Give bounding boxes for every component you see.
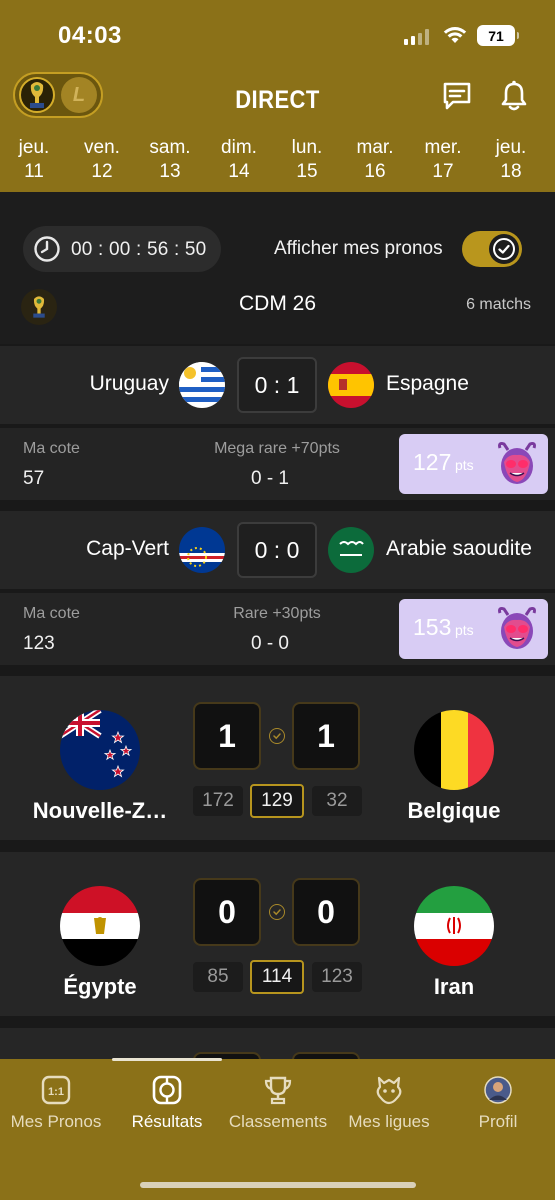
nav-profil[interactable]: Profil <box>438 1074 555 1132</box>
draw-odd: 129 <box>250 784 304 818</box>
day-item[interactable]: lun. 15 <box>275 136 339 184</box>
home-team-name: Cap-Vert <box>86 537 169 560</box>
points-card: 153 pts <box>399 599 548 659</box>
wifi-icon <box>443 27 467 43</box>
avatar-icon <box>484 1076 512 1104</box>
ball-icon <box>152 1075 182 1105</box>
away-team-name: Iran <box>433 974 475 999</box>
countdown-timer: 00 : 00 : 56 : 50 <box>23 226 221 272</box>
match-row[interactable]: Cap-Vert 0 : 0 Arabie saoudite <box>0 511 555 589</box>
match-row[interactable]: Uruguay 0 : 1 Espagne <box>0 346 555 424</box>
prono-score: 0 - 1 <box>250 468 290 489</box>
saudi-arabia-flag-icon <box>328 527 374 573</box>
svg-text:1:1: 1:1 <box>48 1086 64 1098</box>
nav-resultats[interactable]: Résultats <box>107 1074 227 1132</box>
rarity-label: Mega rare +70pts <box>214 440 340 457</box>
home-score-box: 0 <box>193 878 261 946</box>
trophy-icon <box>264 1076 292 1105</box>
belgium-flag-icon <box>414 710 494 790</box>
cote-value: 123 <box>23 633 55 654</box>
day-item[interactable]: ven. 12 <box>70 136 134 184</box>
cote-value: 57 <box>23 468 45 489</box>
points-value: 153 <box>413 614 452 640</box>
mascot-icon <box>498 607 536 649</box>
away-odd: 123 <box>312 962 362 992</box>
away-score-box: 1 <box>292 702 360 770</box>
away-team-name: Arabie saoudite <box>386 537 532 560</box>
points-card: 127 pts <box>399 434 548 494</box>
match-card[interactable]: Nouvelle-Z… 1 1 172 129 32 Belgique <box>0 676 555 840</box>
show-pronos-label: Afficher mes pronos <box>274 238 443 259</box>
show-pronos-toggle[interactable] <box>462 231 522 267</box>
home-odd: 172 <box>193 786 243 816</box>
nav-classements[interactable]: Classements <box>218 1074 338 1132</box>
home-team-name: Uruguay <box>89 372 169 395</box>
clock-icon <box>34 236 60 262</box>
mascot-icon <box>498 442 536 484</box>
day-item[interactable]: jeu. 18 <box>479 136 543 184</box>
nav-mes-pronos[interactable]: 1:1 Mes Pronos <box>0 1074 116 1132</box>
day-item[interactable]: jeu. 11 <box>2 136 66 184</box>
home-indicator <box>140 1182 416 1188</box>
away-team-name: Belgique <box>407 798 501 823</box>
cellular-signal-icon <box>404 28 429 45</box>
chat-icon[interactable] <box>441 80 473 112</box>
home-team-name: Égypte <box>63 974 137 999</box>
cape-verde-flag-icon <box>179 527 225 573</box>
away-score-box: 0 <box>292 878 360 946</box>
check-icon <box>493 238 515 260</box>
egypt-flag-icon <box>60 886 140 966</box>
bell-icon[interactable] <box>500 80 528 112</box>
draw-odd: 114 <box>250 960 304 994</box>
battery-indicator: 71 <box>477 25 519 46</box>
day-item[interactable]: dim. 14 <box>207 136 271 184</box>
home-team-name: Nouvelle-Z… <box>32 798 168 823</box>
away-team-name: Espagne <box>386 372 469 395</box>
match-card[interactable]: Égypte 0 0 85 114 123 Iran <box>0 852 555 1016</box>
away-odd: 32 <box>312 786 362 816</box>
cote-label: Ma cote <box>23 440 80 457</box>
day-item[interactable]: mer. 17 <box>411 136 475 184</box>
rarity-label: Rare +30pts <box>233 605 321 622</box>
league-icon <box>376 1076 402 1105</box>
check-icon <box>269 904 285 920</box>
score-box: 0 : 1 <box>237 357 317 413</box>
spain-flag-icon <box>328 362 374 408</box>
prono-score: 0 - 0 <box>250 633 290 654</box>
points-unit: pts <box>455 622 474 638</box>
points-value: 127 <box>413 449 452 475</box>
nav-mes-ligues[interactable]: Mes ligues <box>329 1074 449 1132</box>
check-icon <box>269 728 285 744</box>
active-tab-indicator <box>112 1058 222 1061</box>
home-score-box: 1 <box>193 702 261 770</box>
score-card-icon: 1:1 <box>41 1075 71 1105</box>
prono-detail: Ma cote 57 Mega rare +70pts 0 - 1 127 pt… <box>0 428 555 500</box>
points-unit: pts <box>455 457 474 473</box>
status-bar: 04:03 71 <box>0 0 555 66</box>
date-selector: jeu. 11 ven. 12 sam. 13 dim. 14 lun. 15 mar. 1… <box>0 136 555 188</box>
new-zealand-flag-icon <box>60 710 140 790</box>
clock: 04:03 <box>58 22 122 49</box>
timer-value: 00 : 00 : 56 : 50 <box>71 239 207 260</box>
uruguay-flag-icon <box>179 362 225 408</box>
score-box: 0 : 0 <box>237 522 317 578</box>
day-item[interactable]: mar. 16 <box>343 136 407 184</box>
match-count: 6 matchs <box>466 296 531 313</box>
iran-flag-icon <box>414 886 494 966</box>
home-odd: 85 <box>193 962 243 992</box>
cote-label: Ma cote <box>23 605 80 622</box>
prono-detail: Ma cote 123 Rare +30pts 0 - 0 153 pts <box>0 593 555 665</box>
day-item[interactable]: sam. 13 <box>138 136 202 184</box>
